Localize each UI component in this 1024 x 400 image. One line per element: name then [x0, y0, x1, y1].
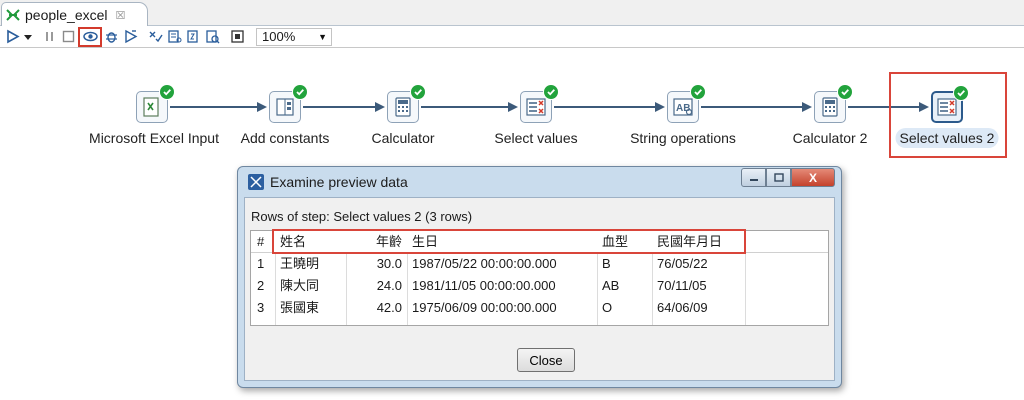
table-cell: 2 — [257, 278, 265, 293]
minimize-button[interactable] — [741, 168, 766, 187]
table-row[interactable]: 1 王曉明 30.0 1987/05/22 00:00:00.000 B 76/05/22 — [251, 253, 828, 275]
checkmark-icon — [292, 84, 308, 100]
hop-arrow-icon — [375, 102, 385, 112]
table-cell: 70/11/05 — [657, 278, 707, 293]
select-values-icon[interactable] — [520, 84, 559, 123]
explore-db-icon[interactable] — [204, 28, 221, 46]
replay-icon[interactable] — [122, 28, 139, 46]
dialog-title: Examine preview data — [270, 174, 408, 190]
tab-title: people_excel — [25, 7, 108, 23]
sql-icon[interactable] — [185, 28, 202, 46]
window-close-button[interactable]: X — [791, 168, 835, 187]
checkmark-icon — [690, 84, 706, 100]
tab-people-excel[interactable]: people_excel ☒ — [1, 2, 148, 27]
column-header-highlight — [272, 229, 746, 254]
dialog-body: Rows of step: Select values 2 (3 rows) #… — [244, 197, 835, 381]
run-icon[interactable] — [4, 28, 21, 46]
maximize-button[interactable] — [766, 168, 791, 187]
maximize-icon — [773, 172, 784, 182]
checkmark-icon — [159, 84, 175, 100]
table-cell: 3 — [257, 300, 265, 315]
table-row[interactable]: 3 張國東 42.0 1975/06/09 00:00:00.000 O 64/06/09 — [251, 297, 828, 319]
transformation-toolbar: 100% ▼ — [0, 26, 1024, 48]
preview-data-dialog: Examine preview data X Rows of step: Sel… — [237, 166, 842, 388]
checkmark-icon — [837, 84, 853, 100]
table-cell: B — [602, 256, 611, 271]
chevron-down-icon: ▼ — [318, 31, 327, 42]
table-cell: 42.0 — [376, 300, 402, 315]
rows-of-step-label: Rows of step: Select values 2 (3 rows) — [251, 209, 473, 224]
hop-line[interactable] — [421, 106, 510, 108]
minimize-icon — [749, 178, 758, 181]
step-label[interactable]: Calculator — [371, 130, 434, 146]
debug-icon[interactable] — [103, 28, 120, 46]
excel-icon[interactable] — [136, 84, 175, 123]
zoom-select[interactable]: 100% ▼ — [256, 27, 332, 46]
table-cell: 64/06/09 — [657, 300, 708, 315]
selected-step-highlight — [889, 72, 1007, 158]
table-cell: 1987/05/22 00:00:00.000 — [412, 256, 557, 271]
checkmark-icon — [410, 84, 426, 100]
table-cell: AB — [602, 278, 620, 293]
stop-icon[interactable] — [60, 28, 77, 46]
hop-arrow-icon — [508, 102, 518, 112]
table-cell: 24.0 — [376, 278, 402, 293]
table-cell: 王曉明 — [280, 256, 320, 271]
step-label[interactable]: Add constants — [241, 130, 330, 146]
calculator-icon[interactable] — [387, 84, 426, 123]
table-cell: 陳大同 — [280, 278, 320, 293]
table-cell: 張國東 — [280, 300, 320, 315]
table-cell: 1981/11/05 00:00:00.000 — [412, 278, 556, 293]
close-icon: X — [808, 170, 817, 185]
table-cell: 1 — [257, 256, 265, 271]
step-label[interactable]: Select values — [494, 130, 577, 146]
hop-arrow-icon — [655, 102, 665, 112]
step-label[interactable]: String operations — [630, 130, 736, 146]
hop-line[interactable] — [701, 106, 804, 108]
step-label[interactable]: Microsoft Excel Input — [89, 130, 219, 146]
tab-close-icon[interactable]: ☒ — [116, 9, 126, 22]
spoon-app-icon — [248, 174, 264, 190]
table-cell: 30.0 — [376, 256, 402, 271]
table-cell: O — [602, 300, 613, 315]
svg-text:AB: AB — [676, 103, 690, 114]
hop-line[interactable] — [170, 106, 259, 108]
hop-line[interactable] — [303, 106, 377, 108]
align-icon[interactable] — [229, 28, 246, 46]
checkmark-icon — [543, 84, 559, 100]
table-row[interactable]: 2 陳大同 24.0 1981/11/05 00:00:00.000 AB 70/11/0… — [251, 275, 828, 297]
dropdown-icon[interactable] — [23, 28, 33, 46]
preview-icon[interactable] — [78, 26, 102, 47]
impact-icon[interactable] — [166, 28, 183, 46]
hop-arrow-icon — [257, 102, 267, 112]
verify-icon[interactable] — [147, 28, 164, 46]
transformation-icon — [6, 9, 20, 21]
pause-icon[interactable] — [41, 28, 58, 46]
hop-arrow-icon — [802, 102, 812, 112]
close-button[interactable]: Close — [517, 348, 575, 372]
table-cell: 76/05/22 — [657, 256, 708, 271]
editor-tab-bar: people_excel ☒ — [0, 0, 1024, 27]
hop-line[interactable] — [554, 106, 657, 108]
table-cell: 1975/06/09 00:00:00.000 — [412, 300, 557, 315]
zoom-value: 100% — [262, 29, 296, 44]
string-operations-icon[interactable]: AB — [667, 84, 706, 123]
step-label[interactable]: Calculator 2 — [793, 130, 868, 146]
constants-icon[interactable] — [269, 84, 308, 123]
calculator-icon[interactable] — [814, 84, 853, 123]
dialog-titlebar[interactable]: Examine preview data X — [238, 167, 841, 197]
